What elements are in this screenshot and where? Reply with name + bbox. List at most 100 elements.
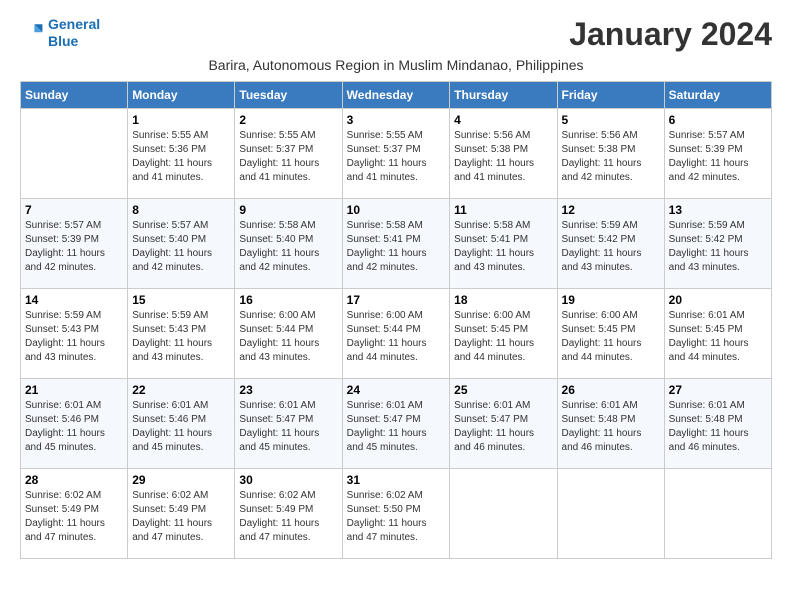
day-info: Sunrise: 5:59 AM Sunset: 5:43 PM Dayligh… [25, 309, 123, 365]
day-number: 11 [454, 203, 552, 217]
calendar-cell: 4 Sunrise: 5:56 AM Sunset: 5:38 PM Daylig… [450, 109, 557, 199]
calendar-cell: 22 Sunrise: 6:01 AM Sunset: 5:46 PM Dayli… [128, 379, 235, 469]
day-number: 3 [347, 113, 446, 127]
day-info: Sunrise: 6:01 AM Sunset: 5:45 PM Dayligh… [669, 309, 767, 365]
day-info: Sunrise: 5:58 AM Sunset: 5:40 PM Dayligh… [239, 219, 337, 275]
day-number: 30 [239, 473, 337, 487]
calendar-cell: 9 Sunrise: 5:58 AM Sunset: 5:40 PM Daylig… [235, 199, 342, 289]
day-info: Sunrise: 6:01 AM Sunset: 5:47 PM Dayligh… [347, 399, 446, 455]
calendar-week-row: 1 Sunrise: 5:55 AM Sunset: 5:36 PM Daylig… [21, 109, 772, 199]
header-cell-friday: Friday [557, 82, 664, 109]
day-info: Sunrise: 6:01 AM Sunset: 5:48 PM Dayligh… [669, 399, 767, 455]
day-info: Sunrise: 6:01 AM Sunset: 5:48 PM Dayligh… [562, 399, 660, 455]
calendar-table: SundayMondayTuesdayWednesdayThursdayFrid… [20, 81, 772, 559]
calendar-cell: 13 Sunrise: 5:59 AM Sunset: 5:42 PM Dayli… [664, 199, 771, 289]
logo-line1: General [48, 16, 100, 32]
header-cell-sunday: Sunday [21, 82, 128, 109]
day-info: Sunrise: 5:59 AM Sunset: 5:42 PM Dayligh… [669, 219, 767, 275]
calendar-cell: 18Sunrise: 6:00 AM Sunset: 5:45 PM Dayli… [450, 289, 557, 379]
subtitle: Barira, Autonomous Region in Muslim Mind… [20, 57, 772, 73]
day-info: Sunrise: 5:56 AM Sunset: 5:38 PM Dayligh… [562, 129, 660, 185]
calendar-cell: 12 Sunrise: 5:59 AM Sunset: 5:42 PM Dayli… [557, 199, 664, 289]
calendar-cell: 1 Sunrise: 5:55 AM Sunset: 5:36 PM Daylig… [128, 109, 235, 199]
calendar-week-row: 21 Sunrise: 6:01 AM Sunset: 5:46 PM Dayli… [21, 379, 772, 469]
day-number: 8 [132, 203, 230, 217]
day-number: 17 [347, 293, 446, 307]
header-cell-tuesday: Tuesday [235, 82, 342, 109]
calendar-cell: 25 Sunrise: 6:01 AM Sunset: 5:47 PM Dayli… [450, 379, 557, 469]
day-info: Sunrise: 6:02 AM Sunset: 5:50 PM Dayligh… [347, 489, 446, 545]
calendar-week-row: 14Sunrise: 5:59 AM Sunset: 5:43 PM Dayli… [21, 289, 772, 379]
day-number: 1 [132, 113, 230, 127]
day-number: 23 [239, 383, 337, 397]
day-info: Sunrise: 6:02 AM Sunset: 5:49 PM Dayligh… [132, 489, 230, 545]
logo-line2: Blue [48, 33, 78, 49]
logo-text: General Blue [48, 16, 100, 50]
calendar-cell: 2 Sunrise: 5:55 AM Sunset: 5:37 PM Daylig… [235, 109, 342, 199]
header-cell-wednesday: Wednesday [342, 82, 450, 109]
day-number: 25 [454, 383, 552, 397]
calendar-cell: 21 Sunrise: 6:01 AM Sunset: 5:46 PM Dayli… [21, 379, 128, 469]
calendar-cell: 23 Sunrise: 6:01 AM Sunset: 5:47 PM Dayli… [235, 379, 342, 469]
day-info: Sunrise: 5:58 AM Sunset: 5:41 PM Dayligh… [454, 219, 552, 275]
calendar-cell [21, 109, 128, 199]
day-number: 9 [239, 203, 337, 217]
calendar-cell: 27 Sunrise: 6:01 AM Sunset: 5:48 PM Dayli… [664, 379, 771, 469]
day-number: 13 [669, 203, 767, 217]
day-info: Sunrise: 6:01 AM Sunset: 5:47 PM Dayligh… [454, 399, 552, 455]
day-number: 6 [669, 113, 767, 127]
day-number: 29 [132, 473, 230, 487]
calendar-header-row: SundayMondayTuesdayWednesdayThursdayFrid… [21, 82, 772, 109]
calendar-cell [664, 469, 771, 559]
day-number: 28 [25, 473, 123, 487]
day-number: 19 [562, 293, 660, 307]
calendar-cell: 28 Sunrise: 6:02 AM Sunset: 5:49 PM Dayli… [21, 469, 128, 559]
day-info: Sunrise: 5:58 AM Sunset: 5:41 PM Dayligh… [347, 219, 446, 275]
calendar-cell: 15 Sunrise: 5:59 AM Sunset: 5:43 PM Dayli… [128, 289, 235, 379]
logo: General Blue [20, 16, 100, 50]
calendar-cell: 5 Sunrise: 5:56 AM Sunset: 5:38 PM Daylig… [557, 109, 664, 199]
calendar-cell: 17 Sunrise: 6:00 AM Sunset: 5:44 PM Dayli… [342, 289, 450, 379]
day-number: 21 [25, 383, 123, 397]
header-cell-saturday: Saturday [664, 82, 771, 109]
day-info: Sunrise: 5:55 AM Sunset: 5:36 PM Dayligh… [132, 129, 230, 185]
logo-icon [20, 21, 44, 45]
day-number: 12 [562, 203, 660, 217]
calendar-cell: 30Sunrise: 6:02 AM Sunset: 5:49 PM Dayli… [235, 469, 342, 559]
day-info: Sunrise: 5:55 AM Sunset: 5:37 PM Dayligh… [239, 129, 337, 185]
header: General Blue January 2024 [20, 16, 772, 53]
day-info: Sunrise: 6:01 AM Sunset: 5:46 PM Dayligh… [132, 399, 230, 455]
day-number: 10 [347, 203, 446, 217]
day-info: Sunrise: 5:57 AM Sunset: 5:40 PM Dayligh… [132, 219, 230, 275]
day-number: 2 [239, 113, 337, 127]
day-number: 22 [132, 383, 230, 397]
day-info: Sunrise: 6:01 AM Sunset: 5:46 PM Dayligh… [25, 399, 123, 455]
calendar-week-row: 28 Sunrise: 6:02 AM Sunset: 5:49 PM Dayli… [21, 469, 772, 559]
calendar-cell: 8 Sunrise: 5:57 AM Sunset: 5:40 PM Daylig… [128, 199, 235, 289]
calendar-cell: 16Sunrise: 6:00 AM Sunset: 5:44 PM Dayli… [235, 289, 342, 379]
calendar-cell [450, 469, 557, 559]
month-title: January 2024 [569, 16, 772, 53]
calendar-cell: 31 Sunrise: 6:02 AM Sunset: 5:50 PM Dayli… [342, 469, 450, 559]
day-info: Sunrise: 6:01 AM Sunset: 5:47 PM Dayligh… [239, 399, 337, 455]
calendar-cell: 3Sunrise: 5:55 AM Sunset: 5:37 PM Daylig… [342, 109, 450, 199]
day-number: 15 [132, 293, 230, 307]
day-number: 18 [454, 293, 552, 307]
day-info: Sunrise: 6:00 AM Sunset: 5:44 PM Dayligh… [347, 309, 446, 365]
day-info: Sunrise: 5:56 AM Sunset: 5:38 PM Dayligh… [454, 129, 552, 185]
day-info: Sunrise: 5:57 AM Sunset: 5:39 PM Dayligh… [669, 129, 767, 185]
day-number: 26 [562, 383, 660, 397]
day-number: 4 [454, 113, 552, 127]
header-cell-monday: Monday [128, 82, 235, 109]
day-number: 7 [25, 203, 123, 217]
calendar-cell: 19Sunrise: 6:00 AM Sunset: 5:45 PM Dayli… [557, 289, 664, 379]
day-number: 5 [562, 113, 660, 127]
calendar-cell: 24Sunrise: 6:01 AM Sunset: 5:47 PM Dayli… [342, 379, 450, 469]
day-info: Sunrise: 5:57 AM Sunset: 5:39 PM Dayligh… [25, 219, 123, 275]
day-info: Sunrise: 5:59 AM Sunset: 5:42 PM Dayligh… [562, 219, 660, 275]
day-info: Sunrise: 6:02 AM Sunset: 5:49 PM Dayligh… [25, 489, 123, 545]
day-number: 27 [669, 383, 767, 397]
day-info: Sunrise: 6:00 AM Sunset: 5:44 PM Dayligh… [239, 309, 337, 365]
day-info: Sunrise: 5:59 AM Sunset: 5:43 PM Dayligh… [132, 309, 230, 365]
day-number: 31 [347, 473, 446, 487]
